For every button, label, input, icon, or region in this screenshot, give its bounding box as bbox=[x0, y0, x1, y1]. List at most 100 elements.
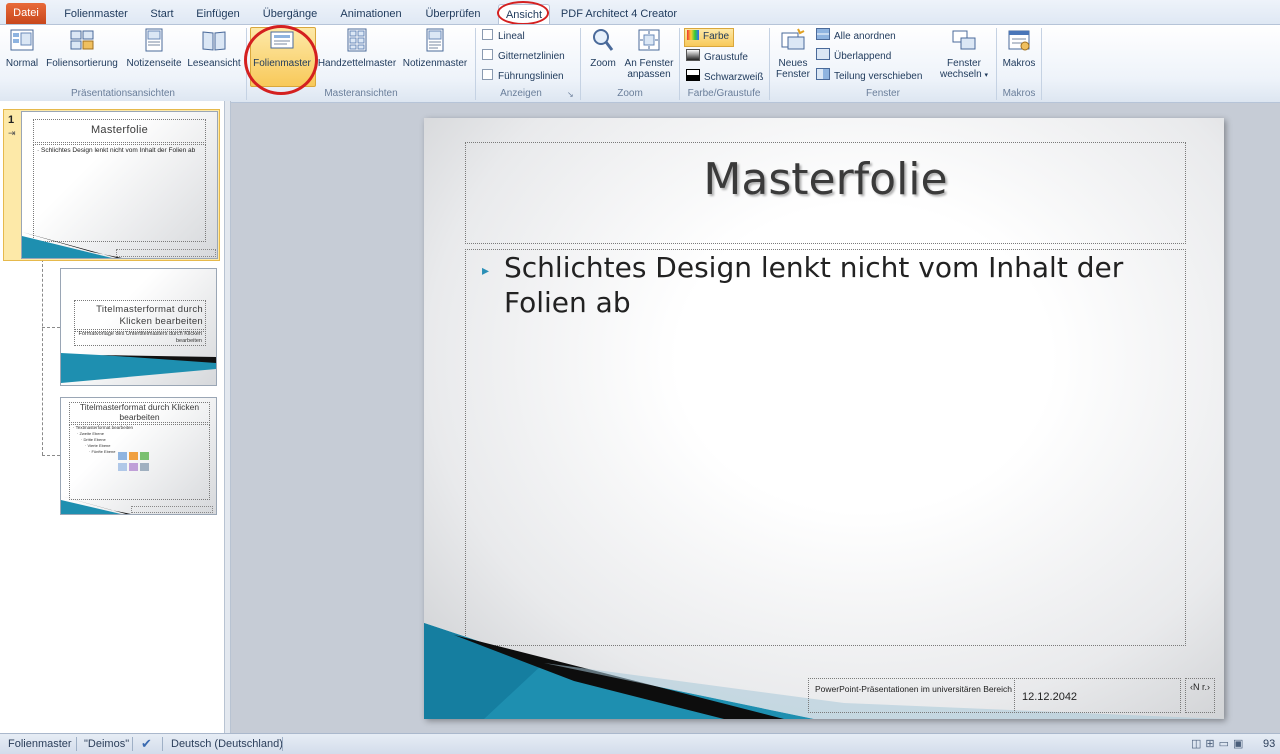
grayscale-option[interactable]: Graustufe bbox=[686, 49, 748, 65]
status-view: Folienmaster bbox=[8, 738, 72, 750]
tab-einfuegen[interactable]: Einfügen bbox=[190, 4, 246, 24]
status-bar: Folienmaster "Deimos" ✔ Deutsch (Deutsch… bbox=[0, 733, 1280, 754]
thumbnail-3-level-2-text: Zweite Ebene bbox=[79, 431, 104, 436]
fit-to-window-icon bbox=[638, 29, 660, 51]
switch-windows-button[interactable]: Fenster wechseln ▾ bbox=[936, 27, 992, 80]
thumbnail-1-title: Masterfolie bbox=[90, 124, 149, 136]
switch-windows-icon bbox=[952, 30, 976, 50]
handout-master-label: Handzettelmaster bbox=[317, 58, 397, 69]
dropdown-arrow-icon: ▾ bbox=[984, 72, 988, 79]
group-label-zoom: Zoom bbox=[617, 88, 643, 99]
thumbnail-2-wave-graphic bbox=[61, 353, 216, 383]
macros-button[interactable]: Makros bbox=[1000, 27, 1038, 69]
macros-label: Makros bbox=[1002, 58, 1036, 69]
layout-connector-line bbox=[42, 455, 60, 456]
blackwhite-swatch-icon bbox=[686, 69, 700, 81]
master-marker-icon: ⇥ bbox=[8, 128, 16, 138]
notes-page-icon bbox=[145, 28, 163, 52]
switch-windows-label-2: wechseln ▾ bbox=[936, 69, 992, 80]
thumbnail-3-level-1-text: Textmasterformat bearbeiten bbox=[75, 425, 133, 430]
guides-checkbox[interactable]: Führungslinien bbox=[482, 69, 564, 85]
guides-label: Führungslinien bbox=[498, 71, 564, 82]
ribbon: Normal Foliensortierung Notizenseite Les… bbox=[0, 24, 1280, 103]
normal-view-button[interactable]: Normal bbox=[4, 27, 40, 69]
slide-footer-text: PowerPoint-Präsentationen im universitär… bbox=[815, 684, 1013, 694]
notes-master-icon bbox=[426, 28, 444, 52]
slide-sorter-button[interactable]: Foliensortierung bbox=[42, 27, 122, 69]
view-shortcut-icons[interactable]: ◫⊞▭▣ bbox=[1191, 737, 1247, 751]
tab-datei[interactable]: Datei bbox=[6, 3, 46, 24]
zoom-button[interactable]: Zoom bbox=[586, 27, 620, 69]
pane-splitter[interactable] bbox=[224, 101, 231, 733]
zoom-label: Zoom bbox=[590, 58, 616, 69]
thumbnail-1-body-text: Schlichtes Design lenkt nicht vom Inhalt… bbox=[40, 147, 196, 154]
slide-date: 12.12.2042 bbox=[1022, 691, 1078, 703]
blackwhite-label: Schwarzweiß bbox=[704, 72, 764, 83]
cascade-label: Überlappend bbox=[834, 51, 892, 62]
reading-view-icon bbox=[202, 31, 226, 51]
thumbnail-2-subtitle: Formatvorlage des Untertitelmasters durc… bbox=[78, 331, 203, 344]
slide-sorter-label: Foliensortierung bbox=[46, 58, 118, 69]
group-label-anzeigen: Anzeigen bbox=[500, 88, 542, 99]
thumbnail-3-content-layout[interactable]: Titelmasterformat durch Klicken bearbeit… bbox=[60, 397, 217, 515]
move-split-label: Teilung verschieben bbox=[834, 71, 923, 82]
tab-ueberpruefen[interactable]: Überprüfen bbox=[418, 4, 488, 24]
handout-master-button[interactable]: Handzettelmaster bbox=[316, 27, 398, 69]
status-separator bbox=[76, 737, 77, 751]
thumbnail-1-body: · Schlichtes Design lenkt nicht vom Inha… bbox=[37, 147, 196, 154]
gridlines-check[interactable] bbox=[482, 49, 493, 60]
status-theme: "Deimos" bbox=[84, 738, 130, 750]
move-split-item[interactable]: Teilung verschieben bbox=[816, 68, 922, 84]
notes-master-button[interactable]: Notizenmaster bbox=[400, 27, 470, 69]
fit-to-window-label-1: An Fenster bbox=[624, 58, 674, 69]
notes-page-label: Notizenseite bbox=[126, 58, 182, 69]
slide-sorter-icon bbox=[70, 30, 94, 50]
thumbnail-1-master[interactable]: Masterfolie · Schlichtes Design lenkt ni… bbox=[21, 111, 218, 259]
cascade-icon bbox=[816, 48, 830, 60]
ruler-label: Lineal bbox=[498, 31, 525, 42]
thumbnail-1-footer-boxes bbox=[116, 249, 216, 257]
color-option[interactable]: Farbe bbox=[684, 28, 734, 47]
ansicht-highlight-ring bbox=[497, 1, 549, 25]
guides-check[interactable] bbox=[482, 69, 493, 80]
thumbnail-2-title: Titelmasterformat durch Klicken bearbeit… bbox=[96, 304, 203, 327]
notes-page-button[interactable]: Notizenseite bbox=[124, 27, 184, 69]
arrange-all-item[interactable]: Alle anordnen bbox=[816, 28, 896, 44]
anzeigen-dialog-launcher-icon[interactable]: ↘ bbox=[567, 90, 574, 99]
tab-folienmaster[interactable]: Folienmaster bbox=[56, 4, 136, 24]
fit-to-window-label-2: anpassen bbox=[627, 69, 671, 80]
tab-animationen[interactable]: Animationen bbox=[334, 4, 408, 24]
ribbon-tab-bar: Datei Folienmaster Start Einfügen Übergä… bbox=[0, 0, 1280, 25]
normal-view-label: Normal bbox=[5, 58, 39, 69]
ruler-check[interactable] bbox=[482, 29, 493, 40]
spellcheck-icon[interactable]: ✔ bbox=[141, 737, 152, 751]
status-separator bbox=[162, 737, 163, 751]
slide-bullet-text: Schlichtes Design lenkt nicht vom Inhalt… bbox=[504, 251, 1124, 319]
folienmaster-highlight-ring bbox=[244, 25, 318, 95]
arrange-all-label: Alle anordnen bbox=[834, 31, 896, 42]
thumbnail-3-footer-boxes bbox=[131, 506, 213, 513]
color-label: Farbe bbox=[703, 31, 730, 42]
switch-windows-label-2-text: wechseln bbox=[940, 69, 982, 80]
thumbnail-3-level-5-text: Fünfte Ebene bbox=[91, 449, 116, 454]
thumbnail-2-title-layout[interactable]: Titelmasterformat durch Klicken bearbeit… bbox=[60, 268, 217, 386]
tab-pdf-architect[interactable]: PDF Architect 4 Creator bbox=[558, 4, 680, 24]
cascade-item[interactable]: Überlappend bbox=[816, 48, 891, 64]
color-swatch-icon bbox=[687, 30, 699, 40]
status-language[interactable]: Deutsch (Deutschland) bbox=[171, 737, 283, 751]
arrange-all-icon bbox=[816, 28, 830, 40]
fit-to-window-button[interactable]: An Fenster anpassen bbox=[622, 27, 676, 80]
tab-uebergaenge[interactable]: Übergänge bbox=[256, 4, 324, 24]
ruler-checkbox[interactable]: Lineal bbox=[482, 29, 525, 45]
reading-view-button[interactable]: Leseansicht bbox=[186, 27, 242, 69]
status-separator bbox=[282, 737, 283, 751]
gridlines-checkbox[interactable]: Gitternetzlinien bbox=[482, 49, 565, 65]
thumbnail-3-title: Titelmasterformat durch Klicken bearbeit… bbox=[79, 402, 200, 422]
content-placeholder-icons bbox=[118, 452, 149, 471]
new-window-button[interactable]: Neues Fenster bbox=[774, 27, 812, 80]
status-zoom[interactable]: 93 bbox=[1263, 737, 1275, 751]
blackwhite-option[interactable]: Schwarzweiß bbox=[686, 69, 763, 85]
slide-thumbnail-pane: 1 ⇥ Masterfolie · Schlichtes Design lenk… bbox=[0, 101, 224, 733]
tab-start[interactable]: Start bbox=[142, 4, 182, 24]
gridlines-label: Gitternetzlinien bbox=[498, 51, 565, 62]
